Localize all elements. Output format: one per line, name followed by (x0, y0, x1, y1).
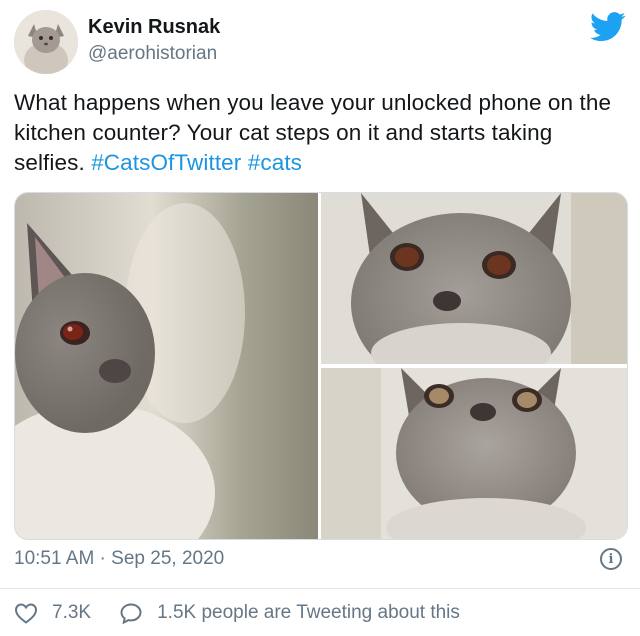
tweet-text: What happens when you leave your unlocke… (14, 88, 626, 178)
author-handle[interactable]: @aerohistorian (88, 43, 217, 65)
heart-icon (14, 603, 38, 624)
tweet-actions: 7.3K 1.5K people are Tweeting about this (14, 602, 460, 624)
avatar[interactable] (14, 10, 78, 74)
author-name[interactable]: Kevin Rusnak (88, 16, 220, 39)
hashtag-catsoftwitter[interactable]: #CatsOfTwitter (91, 150, 241, 175)
like-button[interactable]: 7.3K (14, 602, 91, 624)
avatar-cat-image (14, 10, 78, 74)
tweeting-link[interactable]: 1.5K people are Tweeting about this (119, 602, 460, 624)
photo-cat-side[interactable] (15, 193, 318, 539)
divider (0, 588, 640, 589)
info-icon[interactable]: i (600, 548, 622, 570)
photo-cat-front[interactable] (321, 193, 627, 364)
twitter-bird-icon[interactable] (590, 12, 626, 42)
tweeting-text: 1.5K people are Tweeting about this (157, 602, 460, 623)
like-count: 7.3K (52, 602, 92, 623)
photo-cat-looking-up[interactable] (321, 368, 627, 539)
media-grid (14, 192, 628, 540)
hashtag-cats[interactable]: #cats (248, 150, 302, 175)
tweet-timestamp[interactable]: 10:51 AM · Sep 25, 2020 (14, 548, 224, 570)
speech-bubble-icon (120, 603, 142, 624)
